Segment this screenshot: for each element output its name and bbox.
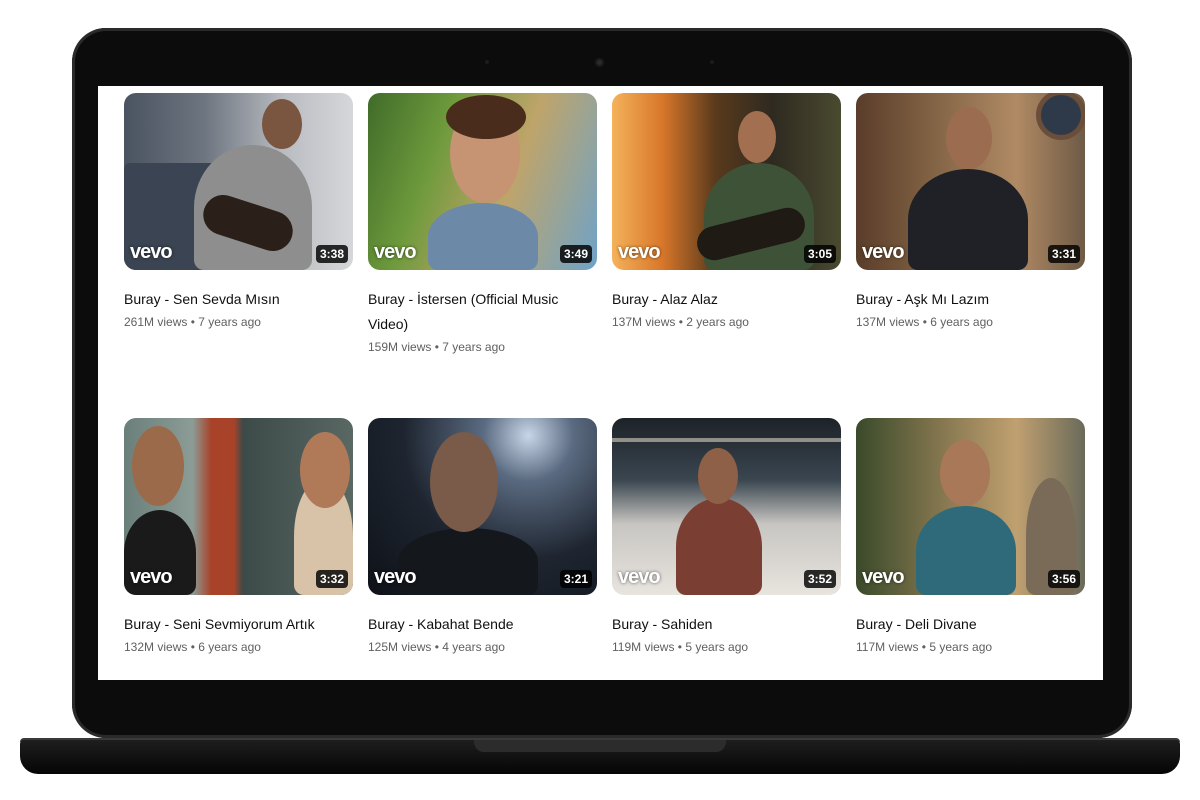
duration-badge: 3:21 — [559, 570, 592, 588]
video-card[interactable]: vevo 3:49 Buray - İstersen (Official Mus… — [368, 93, 597, 354]
duration-badge: 3:52 — [803, 570, 836, 588]
video-thumbnail[interactable]: vevo 3:38 — [124, 93, 353, 270]
video-thumbnail[interactable]: vevo 3:32 — [124, 418, 353, 595]
sensor-dot — [485, 60, 489, 64]
view-count: 159M views — [368, 340, 432, 354]
upload-age: 2 years ago — [686, 315, 749, 329]
vevo-badge: vevo — [618, 241, 661, 263]
vevo-badge: vevo — [618, 566, 661, 588]
view-count: 125M views — [368, 640, 432, 654]
video-thumbnail[interactable]: vevo 3:49 — [368, 93, 597, 270]
upload-age: 5 years ago — [929, 640, 993, 654]
duration-badge: 3:31 — [1047, 245, 1080, 263]
video-title[interactable]: Buray - Alaz Alaz — [612, 287, 841, 312]
upload-age: 4 years ago — [442, 640, 505, 654]
meta-separator: • — [187, 315, 199, 329]
upload-age: 7 years ago — [442, 340, 505, 354]
upload-age: 5 years ago — [685, 640, 749, 654]
duration-badge: 3:05 — [803, 245, 836, 263]
meta-separator: • — [431, 640, 443, 654]
video-card[interactable]: vevo 3:05 Buray - Alaz Alaz 137M views •… — [612, 93, 841, 329]
video-meta: 119M views • 5 years ago — [612, 640, 841, 654]
upload-age: 7 years ago — [198, 315, 261, 329]
view-count: 261M views — [124, 315, 188, 329]
laptop-notch — [474, 740, 726, 752]
meta-separator: • — [187, 640, 199, 654]
video-thumbnail[interactable]: vevo 3:52 — [612, 418, 841, 595]
video-thumbnail[interactable]: vevo 3:05 — [612, 93, 841, 270]
vevo-badge: vevo — [130, 566, 173, 588]
webcam-icon — [595, 58, 604, 67]
duration-badge: 3:32 — [315, 570, 348, 588]
view-count: 137M views — [612, 315, 676, 329]
duration-badge: 3:38 — [315, 245, 348, 263]
video-meta: 117M views • 5 years ago — [856, 640, 1085, 654]
video-thumbnail[interactable]: vevo 3:56 — [856, 418, 1085, 595]
meta-separator: • — [431, 340, 443, 354]
vevo-badge: vevo — [862, 566, 905, 588]
video-card[interactable]: vevo 3:31 Buray - Aşk Mı Lazım 137M view… — [856, 93, 1085, 329]
meta-separator: • — [918, 640, 930, 654]
video-title[interactable]: Buray - Sen Sevda Mısın — [124, 287, 353, 312]
video-meta: 261M views • 7 years ago — [124, 315, 353, 329]
video-card[interactable]: vevo 3:32 Buray - Seni Sevmiyorum Artık … — [124, 418, 353, 654]
view-count: 119M views — [612, 640, 675, 654]
view-count: 132M views — [124, 640, 188, 654]
meta-separator: • — [919, 315, 931, 329]
video-meta: 137M views • 2 years ago — [612, 315, 841, 329]
meta-separator: • — [674, 640, 686, 654]
video-meta: 125M views • 4 years ago — [368, 640, 597, 654]
duration-badge: 3:49 — [559, 245, 592, 263]
vevo-badge: vevo — [130, 241, 173, 263]
video-title[interactable]: Buray - Seni Sevmiyorum Artık — [124, 612, 353, 637]
video-card[interactable]: vevo 3:56 Buray - Deli Divane 117M views… — [856, 418, 1085, 654]
video-card[interactable]: vevo 3:21 Buray - Kabahat Bende 125M vie… — [368, 418, 597, 654]
video-card[interactable]: vevo 3:52 Buray - Sahiden 119M views • 5… — [612, 418, 841, 654]
duration-badge: 3:56 — [1047, 570, 1080, 588]
upload-age: 6 years ago — [930, 315, 993, 329]
video-title[interactable]: Buray - Deli Divane — [856, 612, 1085, 637]
sensor-dot — [710, 60, 714, 64]
vevo-badge: vevo — [374, 241, 417, 263]
view-count: 137M views — [856, 315, 920, 329]
video-title[interactable]: Buray - Aşk Mı Lazım — [856, 287, 1085, 312]
vevo-badge: vevo — [374, 566, 417, 588]
video-meta: 137M views • 6 years ago — [856, 315, 1085, 329]
video-meta: 159M views • 7 years ago — [368, 340, 597, 354]
video-title[interactable]: Buray - Kabahat Bende — [368, 612, 597, 637]
screen: vevo 3:38 Buray - Sen Sevda Mısın 261M v… — [98, 86, 1103, 680]
video-thumbnail[interactable]: vevo 3:31 — [856, 93, 1085, 270]
video-thumbnail[interactable]: vevo 3:21 — [368, 418, 597, 595]
video-title[interactable]: Buray - Sahiden — [612, 612, 841, 637]
video-title[interactable]: Buray - İstersen (Official Music Video) — [368, 287, 597, 337]
view-count: 117M views — [856, 640, 919, 654]
video-meta: 132M views • 6 years ago — [124, 640, 353, 654]
meta-separator: • — [675, 315, 687, 329]
upload-age: 6 years ago — [198, 640, 261, 654]
video-card[interactable]: vevo 3:38 Buray - Sen Sevda Mısın 261M v… — [124, 93, 353, 329]
vevo-badge: vevo — [862, 241, 905, 263]
